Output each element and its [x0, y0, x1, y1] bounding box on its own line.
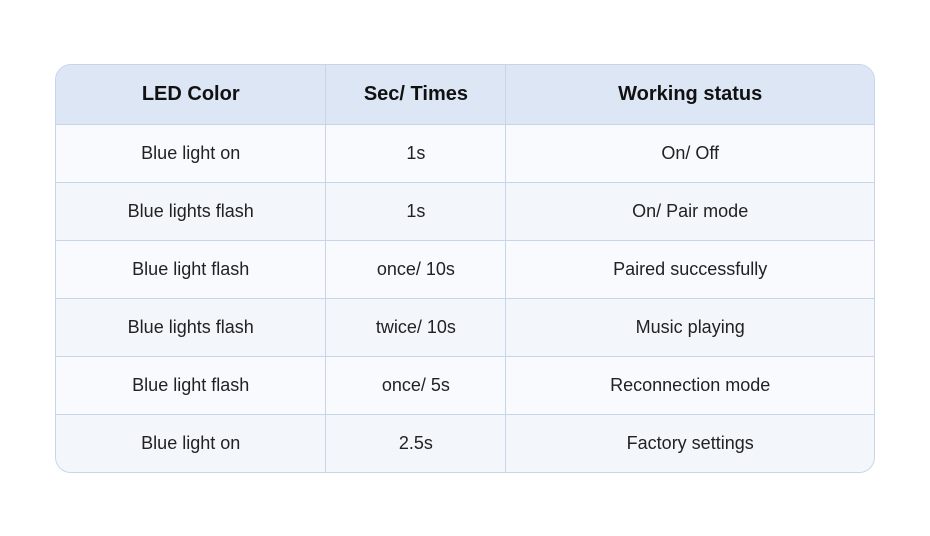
table-row: Blue light on1sOn/ Off [56, 124, 874, 182]
table-row: Blue lights flash1sOn/ Pair mode [56, 182, 874, 240]
led-status-table: LED Color Sec/ Times Working status Blue… [56, 65, 874, 472]
led-status-table-container: LED Color Sec/ Times Working status Blue… [55, 64, 875, 473]
cell-working-status: Paired successfully [506, 240, 874, 298]
cell-led-color: Blue light on [56, 414, 326, 472]
table-row: Blue light on2.5sFactory settings [56, 414, 874, 472]
table-header-row: LED Color Sec/ Times Working status [56, 65, 874, 125]
table-row: Blue light flashonce/ 10sPaired successf… [56, 240, 874, 298]
cell-led-color: Blue light on [56, 124, 326, 182]
cell-sec-times: once/ 5s [326, 356, 506, 414]
header-working-status: Working status [506, 65, 874, 125]
table-row: Blue lights flashtwice/ 10sMusic playing [56, 298, 874, 356]
cell-led-color: Blue lights flash [56, 182, 326, 240]
cell-working-status: Factory settings [506, 414, 874, 472]
cell-working-status: Reconnection mode [506, 356, 874, 414]
cell-working-status: On/ Pair mode [506, 182, 874, 240]
cell-sec-times: twice/ 10s [326, 298, 506, 356]
cell-working-status: Music playing [506, 298, 874, 356]
cell-sec-times: 1s [326, 124, 506, 182]
cell-led-color: Blue light flash [56, 240, 326, 298]
cell-sec-times: once/ 10s [326, 240, 506, 298]
cell-led-color: Blue light flash [56, 356, 326, 414]
cell-working-status: On/ Off [506, 124, 874, 182]
header-sec-times: Sec/ Times [326, 65, 506, 125]
cell-sec-times: 2.5s [326, 414, 506, 472]
cell-sec-times: 1s [326, 182, 506, 240]
cell-led-color: Blue lights flash [56, 298, 326, 356]
table-row: Blue light flashonce/ 5sReconnection mod… [56, 356, 874, 414]
header-led-color: LED Color [56, 65, 326, 125]
